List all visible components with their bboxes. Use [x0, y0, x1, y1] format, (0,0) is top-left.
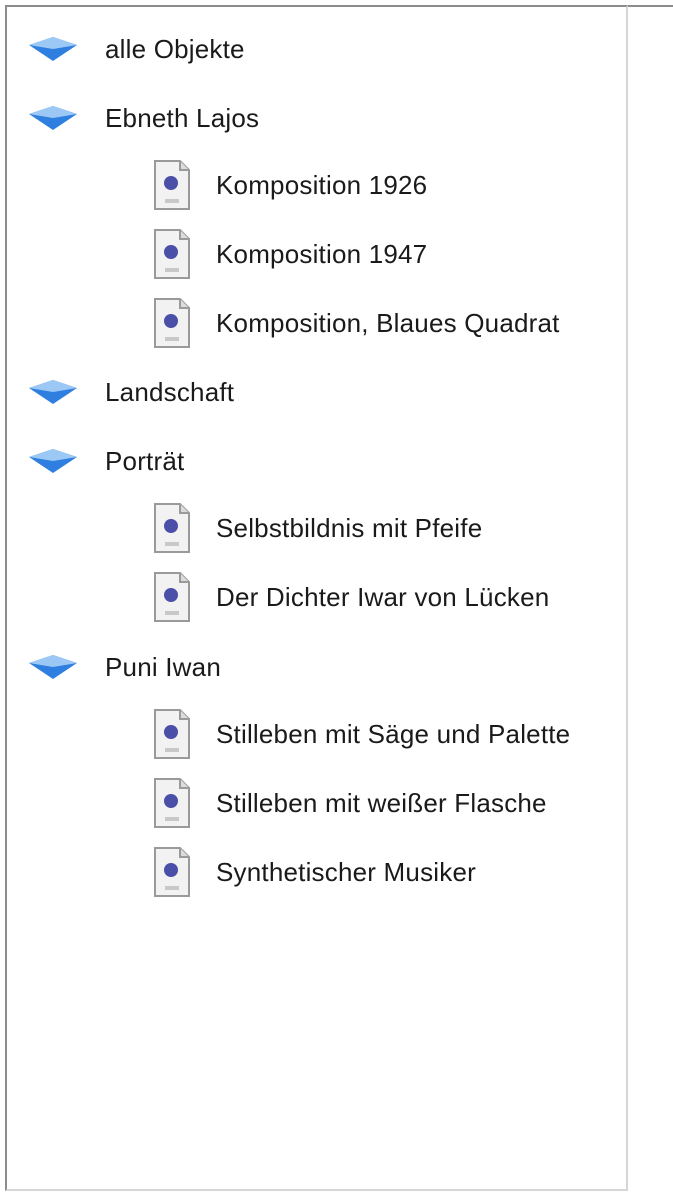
tree-node-portraet[interactable]: Porträt — [27, 441, 184, 481]
tree-leaf-stilleben-mit-saege-und-palette[interactable]: Stilleben mit Säge und Palette — [152, 707, 570, 761]
tree-leaf-label: Komposition, Blaues Quadrat — [216, 307, 560, 338]
tree-node-label: Puni Iwan — [105, 651, 221, 682]
document-icon — [154, 709, 190, 759]
tree-leaf-label: Komposition 1947 — [216, 238, 428, 269]
diamond-icon — [29, 106, 77, 130]
document-icon — [154, 298, 190, 348]
tree-leaf-komposition-blaues-quadrat[interactable]: Komposition, Blaues Quadrat — [152, 296, 560, 350]
document-icon — [154, 503, 190, 553]
tree-leaf-label: Synthetischer Musiker — [216, 856, 476, 887]
tree-leaf-der-dichter-iwar-von-luecken[interactable]: Der Dichter Iwar von Lücken — [152, 570, 549, 624]
diamond-icon — [29, 449, 77, 473]
tree-node-label: Landschaft — [105, 376, 235, 407]
tree-leaf-komposition-1926[interactable]: Komposition 1926 — [152, 158, 427, 212]
diamond-icon — [29, 37, 77, 61]
document-icon — [154, 778, 190, 828]
tree-node-label: Porträt — [105, 445, 185, 476]
tree-node-alle-objekte[interactable]: alle Objekte — [27, 29, 245, 69]
tree-leaf-komposition-1947[interactable]: Komposition 1947 — [152, 227, 427, 281]
document-icon — [154, 847, 190, 897]
diamond-icon — [29, 655, 77, 679]
tree-window: alle Objekte Ebneth Lajos Komposition 19… — [0, 0, 673, 1195]
tree-leaf-label: Der Dichter Iwar von Lücken — [216, 581, 550, 612]
document-icon — [154, 160, 190, 210]
tree-leaf-label: Selbstbildnis mit Pfeife — [216, 512, 483, 543]
document-icon — [154, 229, 190, 279]
object-tree-panel[interactable]: alle Objekte Ebneth Lajos Komposition 19… — [5, 5, 628, 1191]
tree-leaf-synthetischer-musiker[interactable]: Synthetischer Musiker — [152, 845, 476, 899]
tree-node-puni-iwan[interactable]: Puni Iwan — [27, 647, 221, 687]
panel-divider — [628, 5, 673, 7]
diamond-icon — [29, 380, 77, 404]
tree-leaf-label: Stilleben mit Säge und Palette — [216, 718, 571, 749]
tree-node-ebneth-lajos[interactable]: Ebneth Lajos — [27, 98, 259, 138]
tree-node-landschaft[interactable]: Landschaft — [27, 372, 234, 412]
tree-node-label: alle Objekte — [105, 33, 245, 64]
tree-leaf-stilleben-mit-weisser-flasche[interactable]: Stilleben mit weißer Flasche — [152, 776, 547, 830]
tree-leaf-selbstbildnis-mit-pfeife[interactable]: Selbstbildnis mit Pfeife — [152, 501, 482, 555]
tree-node-label: Ebneth Lajos — [105, 102, 260, 133]
document-icon — [154, 572, 190, 622]
tree-leaf-label: Stilleben mit weißer Flasche — [216, 787, 547, 818]
tree-leaf-label: Komposition 1926 — [216, 169, 428, 200]
